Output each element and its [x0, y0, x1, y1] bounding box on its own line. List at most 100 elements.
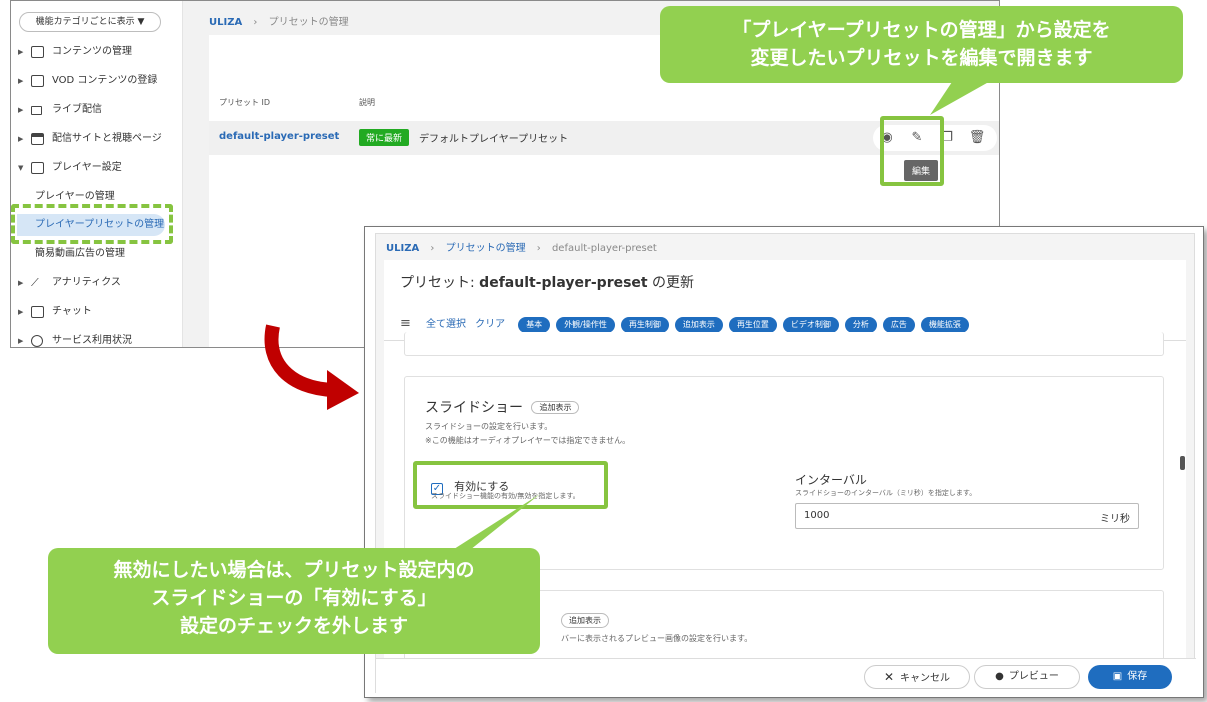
- chip-video-control[interactable]: ビデオ制御: [782, 317, 839, 333]
- callout-bottom-line2: スライドショーの「有効にする」: [151, 587, 437, 609]
- close-icon: ✕: [883, 670, 895, 684]
- status-badge: 常に最新: [359, 129, 410, 146]
- chip-analytics[interactable]: 分析: [844, 317, 877, 333]
- slideshow-title: スライドショー: [425, 400, 523, 416]
- collapse-arrow-icon: ▼: [18, 164, 24, 172]
- slideshow-title-row: スライドショー 追加表示: [425, 397, 580, 417]
- chip-position[interactable]: 再生位置: [728, 317, 777, 333]
- callout-top-line2: 変更したいプリセットを編集で開きます: [750, 47, 1093, 69]
- trash-icon[interactable]: 🗑: [967, 128, 987, 148]
- sidebar-item-label: プレイヤー設定: [52, 162, 122, 173]
- expand-arrow-icon: ▶: [18, 77, 24, 85]
- callout-bottom-line1: 無効にしたい場合は、プリセット設定内の: [113, 559, 475, 581]
- sidebar-item-contents[interactable]: ▶ コンテンツの管理: [11, 41, 183, 63]
- interval-value: 1000: [804, 510, 830, 521]
- slideshow-note: ※この機能はオーディオプレイヤーでは指定できません。: [425, 436, 631, 445]
- sidebar-item-label: アナリティクス: [52, 277, 121, 288]
- preview-button[interactable]: ● プレビュー: [974, 665, 1080, 689]
- scrollbar-thumb[interactable]: [1180, 456, 1185, 470]
- sidebar-item-label: VOD コンテンツの登録: [52, 75, 158, 86]
- cancel-button[interactable]: ✕ キャンセル: [864, 665, 970, 689]
- sidebar-item-usage[interactable]: ▶ サービス利用状況: [11, 330, 183, 347]
- chip-ads[interactable]: 広告: [882, 317, 915, 333]
- camera-icon: [31, 106, 42, 115]
- breadcrumb-separator: ›: [430, 243, 435, 254]
- expand-arrow-icon: ▶: [18, 135, 24, 143]
- clear-link[interactable]: クリア: [475, 319, 505, 330]
- page-title: プリセット: default-player-preset の更新: [400, 272, 694, 292]
- category-filter-button[interactable]: 機能カテゴリごとに表示 ▼: [19, 12, 161, 32]
- breadcrumb-separator: ›: [253, 17, 258, 28]
- sidebar-item-label: チャット: [52, 306, 92, 317]
- expand-arrow-icon: ▶: [18, 279, 24, 287]
- callout-bottom: 無効にしたい場合は、プリセット設定内の スライドショーの「有効にする」 設定のチ…: [48, 548, 540, 654]
- column-header-id: プリセット ID: [219, 98, 271, 107]
- window-icon: [31, 133, 44, 145]
- chip-appearance[interactable]: 外観/操作性: [556, 317, 615, 333]
- breadcrumb-current: default-player-preset: [551, 243, 657, 254]
- callout-top: 「プレイヤープリセットの管理」から設定を 変更したいプリセットを編集で開きます: [660, 6, 1183, 83]
- plus-square-icon: [31, 75, 44, 87]
- chip-basic[interactable]: 基本: [518, 317, 551, 333]
- preset-id-link[interactable]: default-player-preset: [219, 131, 339, 142]
- sidebar-subitem-ads[interactable]: 簡易動画広告の管理: [11, 243, 183, 265]
- expand-arrow-icon: ▶: [18, 337, 24, 345]
- interval-input[interactable]: 1000 ミリ秒: [795, 503, 1139, 529]
- interval-label: インターバル: [795, 473, 867, 487]
- chip-additional[interactable]: 追加表示: [674, 317, 723, 333]
- save-button[interactable]: ▣ 保存: [1088, 665, 1172, 689]
- sidebar-item-label: コンテンツの管理: [52, 46, 132, 57]
- breadcrumb-root-link[interactable]: ULIZA: [209, 17, 242, 28]
- callout-top-line1: 「プレイヤープリセットの管理」から設定を: [732, 19, 1111, 41]
- breadcrumb: ULIZA › プリセットの管理: [209, 13, 349, 28]
- usage-icon: [31, 335, 43, 347]
- player-settings-icon: [31, 162, 44, 174]
- highlight-preset-menu: [11, 204, 173, 244]
- sidebar-item-label: ライブ配信: [52, 104, 102, 115]
- chat-icon: [31, 306, 44, 318]
- breadcrumb-root-link[interactable]: ULIZA: [386, 243, 419, 254]
- preset-description: デフォルトプレイヤープリセット: [419, 134, 569, 145]
- callout-bottom-line3: 設定のチェックを外します: [179, 615, 408, 637]
- chip-extensions[interactable]: 機能拡張: [920, 317, 969, 333]
- select-all-link[interactable]: 全て選択: [426, 319, 466, 330]
- sidebar-item-label: サービス利用状況: [52, 335, 132, 346]
- page-title-name: default-player-preset: [479, 275, 648, 291]
- sidebar-item-analytics[interactable]: ▶ ⟋ アナリティクス: [11, 272, 183, 294]
- breadcrumb-presets-link[interactable]: プリセットの管理: [446, 243, 526, 254]
- play-square-icon: [31, 46, 44, 58]
- sidebar: 機能カテゴリごとに表示 ▼ ▶ コンテンツの管理 ▶ VOD コンテンツの登録 …: [11, 1, 183, 347]
- analytics-icon: ⟋: [31, 276, 39, 289]
- sidebar-item-chat[interactable]: ▶ チャット: [11, 301, 183, 323]
- previous-section: [404, 332, 1164, 356]
- breadcrumb: ULIZA › プリセットの管理 › default-player-preset: [386, 239, 657, 254]
- sidebar-item-player-settings[interactable]: ▼ プレイヤー設定: [11, 157, 183, 179]
- page-title-suffix: の更新: [647, 275, 695, 291]
- expand-arrow-icon: ▶: [18, 48, 24, 56]
- sidebar-item-vod-register[interactable]: ▶ VOD コンテンツの登録: [11, 70, 183, 92]
- slideshow-desc: スライドショーの設定を行います。: [425, 422, 553, 431]
- sidebar-item-sites[interactable]: ▶ 配信サイトと視聴ページ: [11, 128, 183, 150]
- save-icon: ▣: [1112, 671, 1123, 682]
- breadcrumb-separator: ›: [536, 243, 541, 254]
- page-title-prefix: プリセット:: [400, 275, 480, 291]
- cancel-label: キャンセル: [900, 673, 951, 684]
- save-label: 保存: [1127, 671, 1148, 682]
- filter-icon: ≡: [400, 316, 411, 331]
- expand-arrow-icon: ▶: [18, 106, 24, 114]
- red-arrow-icon: [264, 324, 359, 410]
- play-circle-icon: ●: [995, 671, 1004, 682]
- chip-playback[interactable]: 再生制御: [620, 317, 669, 333]
- column-header-description: 説明: [359, 98, 375, 107]
- expand-arrow-icon: ▶: [18, 308, 24, 316]
- interval-desc: スライドショーのインターバル（ミリ秒）を指定します。: [795, 489, 977, 497]
- additional-display-badge: 追加表示: [531, 401, 580, 414]
- preview-label: プレビュー: [1008, 671, 1059, 682]
- sidebar-scroll-track: [183, 1, 201, 347]
- interval-unit: ミリ秒: [1100, 514, 1130, 525]
- next-section-desc: バーに表示されるプレビュー画像の設定を行います。: [561, 634, 753, 643]
- sidebar-item-label: 配信サイトと視聴ページ: [52, 133, 162, 144]
- breadcrumb-current: プリセットの管理: [268, 17, 349, 28]
- category-filter-bar: ≡ 全て選択 クリア 基本 外観/操作性 再生制御 追加表示 再生位置 ビデオ制御 分析 広告…: [400, 312, 975, 333]
- sidebar-item-live[interactable]: ▶ ライブ配信: [11, 99, 183, 121]
